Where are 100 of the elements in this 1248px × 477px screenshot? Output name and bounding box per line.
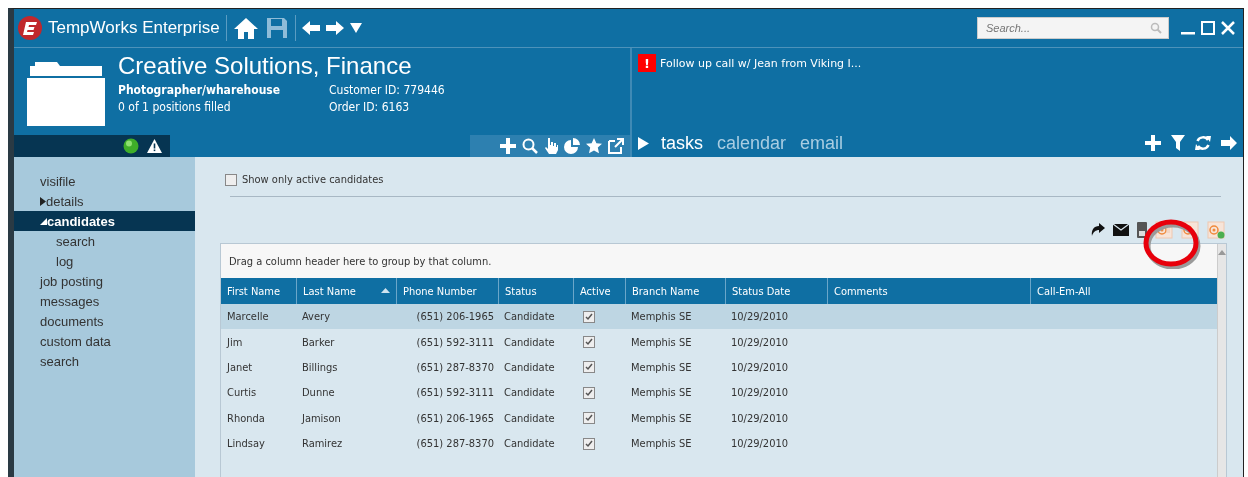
share-arrow-icon[interactable] xyxy=(1091,223,1105,237)
table-cell-text: Curtis xyxy=(226,385,258,402)
active-checkbox[interactable] xyxy=(583,361,595,374)
table-cell-text: Memphis SE xyxy=(630,359,693,376)
table-cell-text: Candidate xyxy=(503,309,556,326)
table-cell-text: Barker xyxy=(301,334,336,351)
hand-pointer-icon[interactable] xyxy=(544,138,558,154)
order-id: Order ID: 6163 xyxy=(329,99,411,116)
active-checkbox[interactable] xyxy=(583,386,595,399)
alert-text[interactable]: Follow up call w/ Jean from Viking I... xyxy=(660,56,862,70)
sidebar-item[interactable]: visifile xyxy=(14,171,195,191)
phone-device-icon[interactable] xyxy=(1137,222,1147,238)
table-cell-text: (651) 206-1965 xyxy=(415,410,495,427)
sidebar-item[interactable]: documents xyxy=(14,311,195,331)
filter-checkbox[interactable] xyxy=(225,173,237,186)
sidebar-item[interactable]: search xyxy=(14,351,195,371)
dropdown-icon[interactable] xyxy=(349,23,362,33)
status-dot-icon xyxy=(123,138,139,154)
search-field[interactable]: Search... xyxy=(977,17,1169,39)
sidebar-item[interactable]: custom data xyxy=(14,331,195,351)
table-cell-text: Memphis SE xyxy=(630,309,693,326)
forward-arrow-icon[interactable] xyxy=(325,20,344,36)
search-icon xyxy=(1150,22,1162,34)
table-cell-text: 10/29/2010 xyxy=(730,334,790,351)
collapsed-icon[interactable] xyxy=(40,196,46,206)
play-icon[interactable] xyxy=(638,136,649,150)
sidebar-item[interactable]: log xyxy=(14,251,195,271)
column-header[interactable]: First Name xyxy=(221,278,296,304)
table-cell-text: Avery xyxy=(301,309,331,326)
filter-label: Show only active candidates xyxy=(242,173,384,186)
active-checkbox[interactable] xyxy=(583,336,595,349)
table-cell-text: 10/29/2010 xyxy=(730,385,790,402)
forward-arrow-icon[interactable] xyxy=(1221,136,1237,150)
alert-icon: ! xyxy=(638,54,656,72)
table-row[interactable]: Jim Barker (651) 592-3111 Candidate Memphis SE 10/29/2010 xyxy=(221,329,1217,355)
record-title: Creative Solutions, Finance xyxy=(118,52,413,80)
table-cell-text: Rhonda xyxy=(226,410,266,427)
table-cell-text: 10/29/2010 xyxy=(730,436,790,453)
table-cell-text: 10/29/2010 xyxy=(730,309,790,326)
table-cell-text: Dunne xyxy=(301,385,336,402)
expanded-icon[interactable] xyxy=(40,217,47,225)
table-cell-text: (651) 206-1965 xyxy=(415,309,495,326)
table-cell-text: Jamison xyxy=(300,410,342,427)
filter-icon[interactable] xyxy=(1171,135,1185,151)
sidebar-item[interactable]: job posting xyxy=(14,271,195,291)
refresh-icon[interactable] xyxy=(1195,135,1211,151)
table-row[interactable]: Rhonda Jamison (651) 206-1965 Candidate Memphis SE 10/29/2010 xyxy=(221,405,1217,431)
search-icon[interactable] xyxy=(522,138,538,154)
table-cell-text: Candidate xyxy=(503,410,556,427)
table-row[interactable]: Curtis Dunne (651) 592-3111 Candidate Memphis SE 10/29/2010 xyxy=(221,380,1217,406)
table-cell-text: Jim xyxy=(225,334,244,351)
envelope-icon[interactable] xyxy=(1113,224,1129,236)
plus-icon[interactable] xyxy=(500,138,516,154)
scrollbar[interactable] xyxy=(1217,244,1226,477)
sidebar-item[interactable]: messages xyxy=(14,291,195,311)
annotation-circle xyxy=(1143,219,1201,269)
table-cell-text: (651) 287-8370 xyxy=(415,436,495,453)
table-row[interactable]: Marcelle Avery (651) 206-1965 Candidate Memphis SE 10/29/2010 xyxy=(221,304,1217,330)
folder-icon xyxy=(27,62,105,126)
external-link-icon[interactable] xyxy=(608,138,624,154)
star-icon[interactable] xyxy=(586,138,602,154)
table-cell-text: Lindsay xyxy=(226,436,266,453)
table-row[interactable]: Janet Billings (651) 287-8370 Candidate Memphis SE 10/29/2010 xyxy=(221,354,1217,381)
app-title: TempWorks Enterprise xyxy=(48,15,227,41)
table-cell-text: Billings xyxy=(301,359,339,376)
table-cell-text: (651) 592-3111 xyxy=(415,385,495,402)
maximize-icon[interactable] xyxy=(1201,21,1215,35)
table-cell-text: Janet xyxy=(225,359,254,376)
home-icon[interactable] xyxy=(232,16,259,40)
table-cell-text: Candidate xyxy=(503,385,556,402)
table-cell-text: (651) 287-8370 xyxy=(415,359,495,376)
app-logo-icon xyxy=(18,16,42,40)
table-cell-text: Ramirez xyxy=(301,436,344,453)
group-by-hint: Drag a column header here to group by that column. xyxy=(221,244,1217,278)
sort-ascending-icon xyxy=(381,288,390,293)
active-checkbox[interactable] xyxy=(583,412,595,425)
table-cell-text: Memphis SE xyxy=(630,334,693,351)
table-cell-text: (651) 592-3111 xyxy=(415,334,495,351)
table-cell-text: Memphis SE xyxy=(630,385,693,402)
save-icon[interactable] xyxy=(264,16,289,40)
table-cell-text: Memphis SE xyxy=(630,410,693,427)
customer-id: Customer ID: 779446 xyxy=(329,82,445,99)
back-arrow-icon[interactable] xyxy=(301,20,320,36)
table-cell-text: Candidate xyxy=(503,436,556,453)
close-icon[interactable] xyxy=(1221,21,1235,35)
warning-icon xyxy=(147,139,162,153)
pie-chart-icon[interactable] xyxy=(564,138,580,154)
table-cell-text: Memphis SE xyxy=(630,436,693,453)
active-checkbox[interactable] xyxy=(583,310,595,323)
table-row[interactable]: Lindsay Ramirez (651) 287-8370 Candidate Memphis SE 10/29/2010 xyxy=(221,430,1217,457)
tab[interactable]: tasks xyxy=(659,132,705,154)
sidebar-item[interactable]: search xyxy=(14,231,195,251)
position-label: Photographer/wharehouse xyxy=(118,82,282,99)
sidebar-item[interactable]: details xyxy=(14,191,195,211)
table-cell-text: Candidate xyxy=(503,359,556,376)
active-checkbox[interactable] xyxy=(583,437,595,450)
sidebar-item[interactable]: candidates xyxy=(14,211,195,231)
table-cell-text: 10/29/2010 xyxy=(730,410,790,427)
plus-icon[interactable] xyxy=(1145,135,1161,151)
table-cell-text: 10/29/2010 xyxy=(730,359,790,376)
